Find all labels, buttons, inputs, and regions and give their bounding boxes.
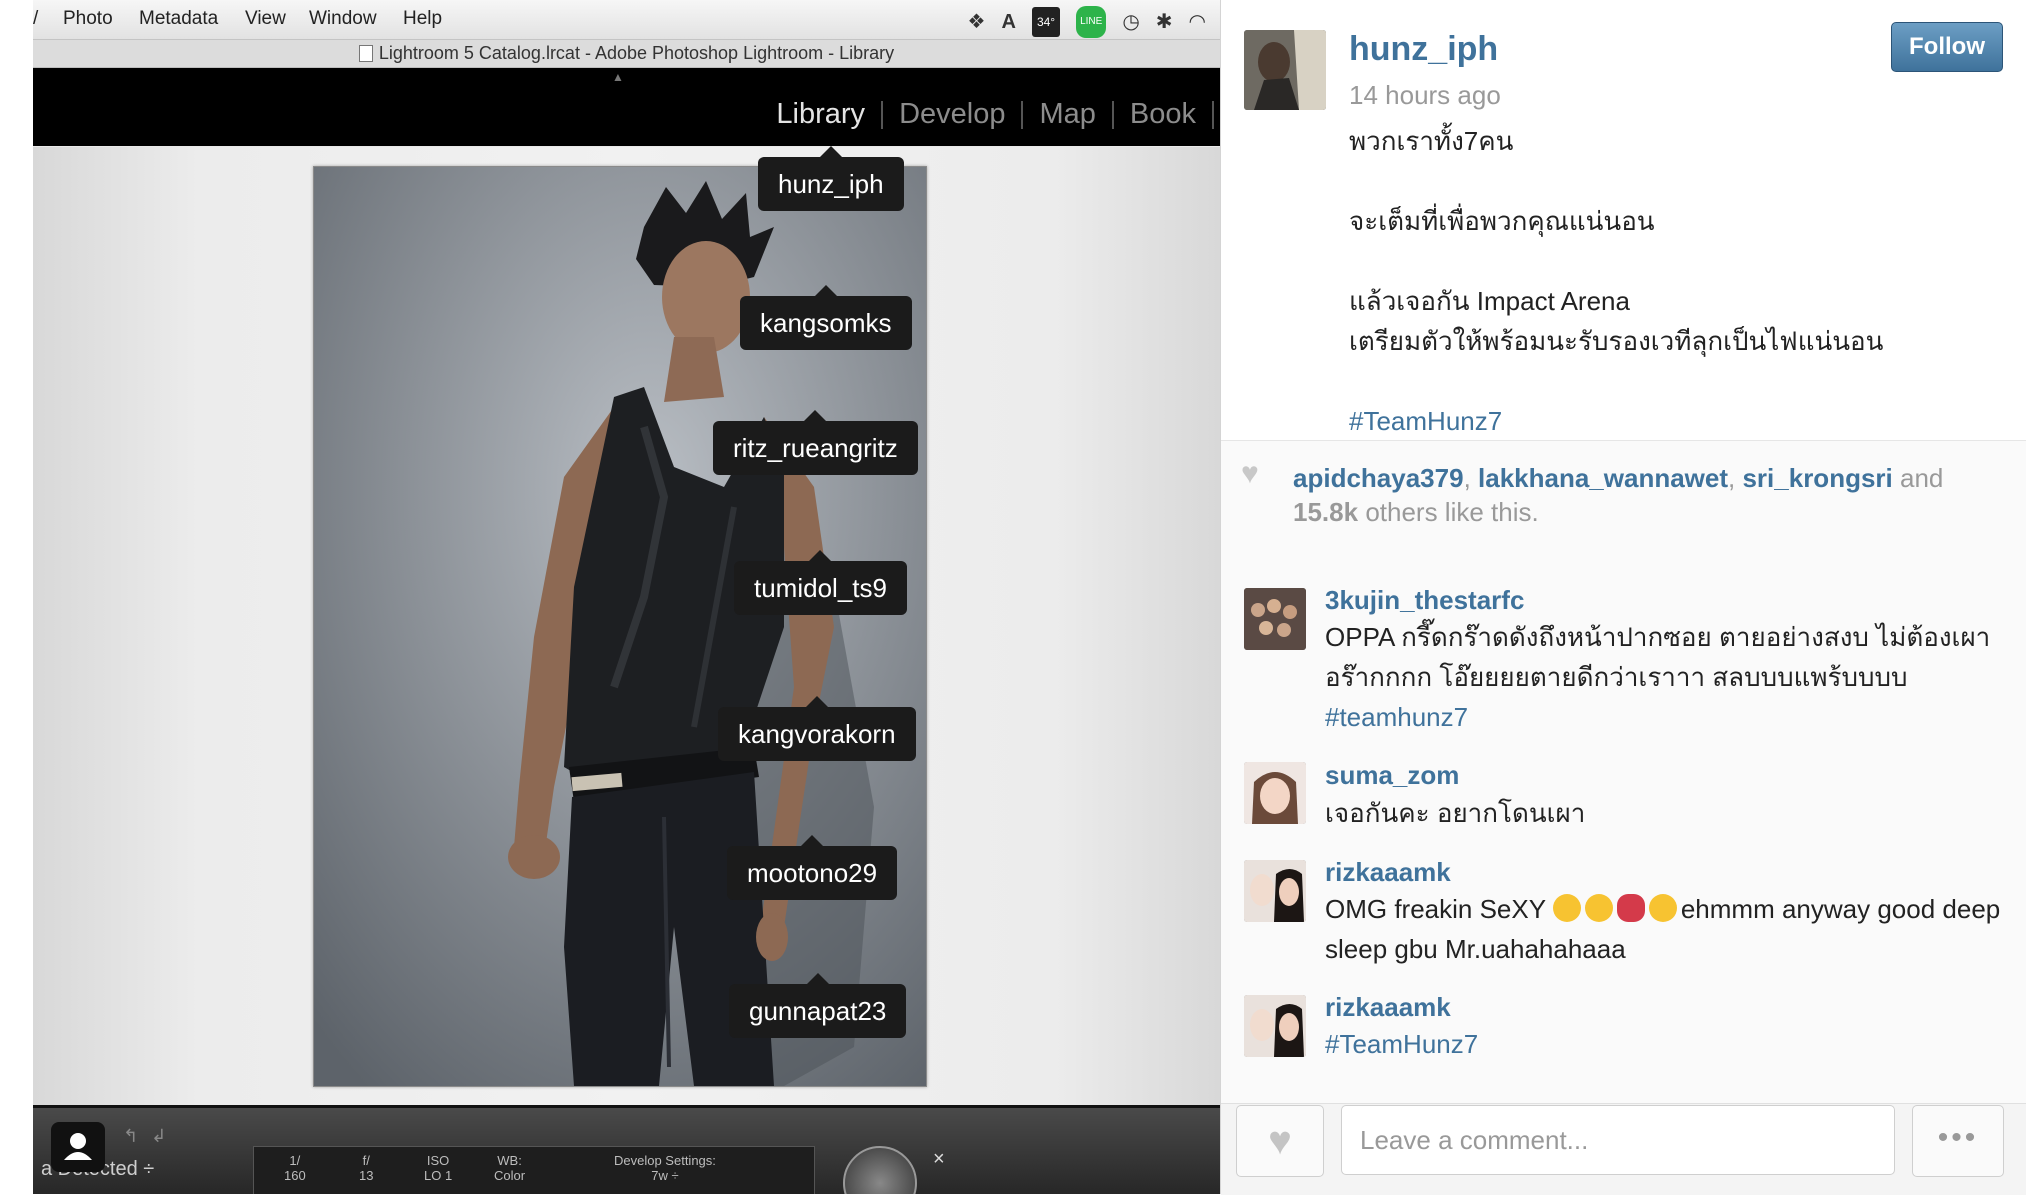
menu-help[interactable]: Help [403, 8, 442, 30]
comment-hashtag[interactable]: #TeamHunz7 [1325, 1029, 1478, 1060]
module-develop[interactable]: Develop [883, 98, 1021, 131]
module-picker: ▲ Library Develop Map Book [33, 68, 1220, 146]
comment-input[interactable] [1341, 1105, 1895, 1175]
dropbox-icon[interactable]: ❖ [968, 9, 986, 35]
wifi-icon[interactable]: ◠ [1189, 9, 1206, 35]
liker-link[interactable]: sri_krongsri [1742, 463, 1892, 493]
comment-body: OPPA กรี๊ดกร๊าดดังถึงหน้าปากซอย ตายอย่าง… [1325, 622, 1991, 692]
likes-suffix: others like this. [1365, 497, 1539, 527]
caption-line: จะเต็มที่เพื่อพวกคุณแน่นอน [1349, 206, 1655, 236]
commenter-avatar-image [1244, 860, 1306, 922]
iso-value: ISO LO 1 [424, 1153, 453, 1183]
shutter-value: 1/ 160 [284, 1153, 306, 1183]
module-library[interactable]: Library [760, 98, 881, 131]
menu-view[interactable]: View [245, 8, 286, 30]
module-map[interactable]: Map [1023, 98, 1111, 131]
aperture-value: f/ 13 [359, 1153, 374, 1183]
filmstrip-knob[interactable] [843, 1146, 917, 1194]
comment-text: OMG freakin SeXY ehmmm anyway good deep … [1325, 889, 2015, 969]
likes-summary: ♥ apidchaya379, lakkhana_wannawet, sri_k… [1221, 440, 2026, 556]
sleeping-emoji-icon [1648, 894, 1677, 922]
commenter-avatar[interactable] [1244, 995, 1306, 1057]
lips-emoji-icon [1616, 894, 1645, 922]
kiss-emoji-icon [1584, 894, 1613, 922]
commenter-avatar-image [1244, 995, 1306, 1057]
develop-settings-value: Develop Settings: 7w ÷ [614, 1153, 716, 1183]
photo-tag-kangsomks[interactable]: kangsomks [740, 285, 912, 350]
author-username[interactable]: hunz_iph [1349, 30, 1498, 69]
heart-eyes-emoji-icon [1552, 894, 1581, 922]
commenter-avatar[interactable] [1244, 588, 1306, 650]
liker-link[interactable]: apidchaya379 [1293, 463, 1464, 493]
commenter-avatar-image [1244, 588, 1306, 650]
menu-photo[interactable]: Photo [63, 8, 113, 30]
comment-text: เจอกันคะ อยากโดนเผา [1325, 798, 1586, 828]
more-options-button[interactable]: ••• [1912, 1105, 2004, 1177]
commenter-username[interactable]: rizkaaamk [1325, 857, 1451, 888]
commenter-avatar[interactable] [1244, 762, 1306, 824]
post-timestamp[interactable]: 14 hours ago [1349, 80, 1501, 111]
post-caption: พวกเราทั้ง7คน จะเต็มที่เพื่อพวกคุณแน่นอน… [1349, 121, 1989, 441]
photo-tag-ritz-rueangritz[interactable]: ritz_rueangritz [713, 410, 918, 475]
filmstrip-info-panel: 1/ 160 f/ 13 ISO LO 1 WB: Color Develop … [253, 1146, 815, 1194]
commenter-username[interactable]: rizkaaamk [1325, 992, 1451, 1023]
photo-tag-kangvorakorn[interactable]: kangvorakorn [718, 696, 916, 761]
caption-hashtag[interactable]: #TeamHunz7 [1349, 401, 1989, 441]
likes-count[interactable]: 15.8k [1293, 497, 1358, 527]
more-icon: ••• [1937, 1121, 1979, 1154]
photo-tag-tumidol-ts9[interactable]: tumidol_ts9 [734, 550, 907, 615]
commenter-username[interactable]: 3kujin_thestarfc [1325, 585, 1524, 616]
likes-text: apidchaya379, lakkhana_wannawet, sri_kro… [1293, 463, 1944, 527]
photo-tag-gunnapat23[interactable]: gunnapat23 [729, 973, 907, 1038]
follow-button[interactable]: Follow [1891, 22, 2003, 72]
menu-edge: / [33, 8, 39, 29]
heart-icon: ♥ [1268, 1119, 1292, 1163]
module-book[interactable]: Book [1114, 98, 1212, 131]
post-photo[interactable]: / Photo Metadata View Window Help ❖ A 34… [33, 0, 1220, 1194]
filmstrip-close-icon[interactable]: × [933, 1148, 945, 1171]
comment-text: OPPA กรี๊ดกร๊าดดังถึงหน้าปากซอย ตายอย่าง… [1325, 617, 2015, 737]
author-avatar-image [1244, 30, 1326, 110]
liker-link[interactable]: lakkhana_wannawet [1478, 463, 1728, 493]
left-margin [0, 0, 33, 1194]
menu-metadata[interactable]: Metadata [139, 8, 218, 30]
like-button[interactable]: ♥ [1236, 1105, 1324, 1177]
tag-people-button[interactable] [51, 1122, 105, 1172]
filmstrip-arrows[interactable]: ↰ ↲ [123, 1126, 170, 1147]
commenter-avatar[interactable] [1244, 860, 1306, 922]
adobe-icon[interactable]: A [1001, 9, 1015, 35]
module-separator [1212, 100, 1214, 129]
bluetooth-icon[interactable]: ✱ [1156, 9, 1173, 35]
photo-tag-hunz-iph[interactable]: hunz_iph [758, 146, 904, 211]
window-titlebar: Lightroom 5 Catalog.lrcat - Adobe Photos… [33, 40, 1220, 68]
caption-line: แล้วเจอกัน Impact Arena [1349, 286, 1630, 316]
collapse-caret-icon[interactable]: ▲ [612, 70, 624, 84]
caption-line: เตรียมตัวให้พร้อมนะรับรองเวทีลุกเป็นไฟแน… [1349, 326, 1884, 356]
comments-list: 3kujin_thestarfc OPPA กรี๊ดกร๊าดดังถึงหน… [1221, 555, 2026, 1103]
caption-line: พวกเราทั้ง7คน [1349, 126, 1514, 156]
menu-window[interactable]: Window [309, 8, 377, 30]
time-machine-icon[interactable]: ◷ [1122, 9, 1139, 35]
wb-value: WB: Color [494, 1153, 526, 1183]
person-icon [64, 1133, 92, 1160]
comment-body: OMG freakin SeXY [1325, 894, 1546, 924]
lightroom-filmstrip: ↰ ↲ a Detected ÷ 1/ 160 f/ 13 ISO LO 1 W… [33, 1105, 1220, 1194]
commenter-avatar-image [1244, 762, 1306, 824]
comment-hashtag[interactable]: #teamhunz7 [1325, 702, 1468, 732]
mac-menubar: / Photo Metadata View Window Help ❖ A 34… [33, 0, 1220, 40]
battery-indicator[interactable]: 34° [1031, 7, 1061, 37]
document-icon [358, 45, 373, 62]
heart-icon: ♥ [1241, 457, 1259, 490]
photo-tag-mootono29[interactable]: mootono29 [727, 835, 898, 900]
menubar-status-icons: ❖ A 34° LINE ◷ ✱ ◠ [968, 6, 1206, 38]
likes-and: and [1900, 463, 1944, 493]
window-title: Lightroom 5 Catalog.lrcat - Adobe Photos… [378, 43, 895, 63]
commenter-username[interactable]: suma_zom [1325, 760, 1459, 791]
post-details-panel: hunz_iph Follow 14 hours ago พวกเราทั้ง7… [1220, 0, 2026, 1195]
line-icon[interactable]: LINE [1076, 6, 1107, 38]
author-avatar[interactable] [1244, 30, 1326, 110]
